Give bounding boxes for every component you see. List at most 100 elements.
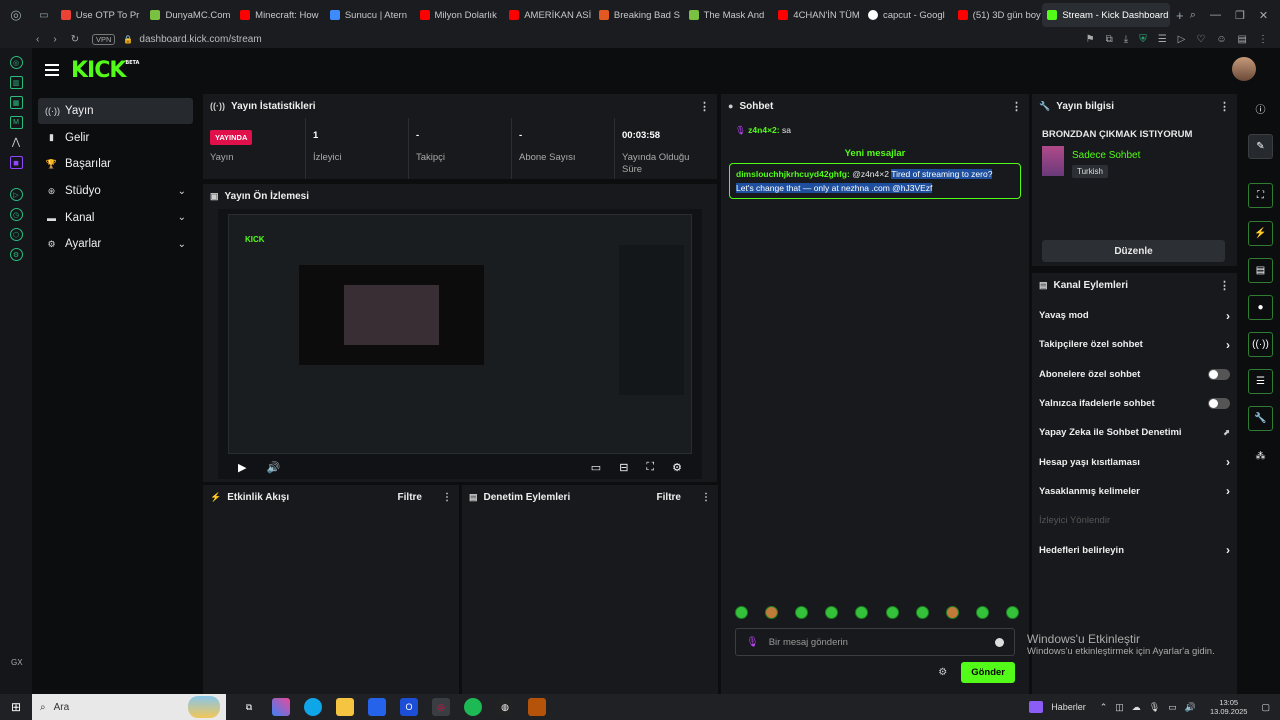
browser-tab[interactable]: (51) 3D gün boy <box>953 3 1043 27</box>
nav-item-ayarlar[interactable]: ⚙ Ayarlar ⌄ <box>38 231 193 257</box>
history-icon[interactable]: ◷ <box>9 208 23 221</box>
emoji-picker-icon[interactable] <box>995 637 1004 647</box>
emote-icon[interactable] <box>765 606 779 619</box>
emote-icon[interactable] <box>885 606 899 619</box>
play-icon[interactable]: ▶ <box>238 461 246 474</box>
action-followers-only[interactable]: Takipçilere özel sohbet › <box>1032 330 1237 359</box>
browser-tab[interactable]: capcut - Googl <box>863 3 953 27</box>
action-banned-words[interactable]: Yasaklanmış kelimeler › <box>1032 477 1237 506</box>
tab-overview-icon[interactable]: ▭ <box>32 0 56 30</box>
file-explorer-icon[interactable] <box>336 698 354 716</box>
store-icon[interactable] <box>368 698 386 716</box>
mail-icon[interactable]: M <box>9 116 23 129</box>
heart-icon[interactable]: ♡ <box>1196 34 1205 45</box>
news-label[interactable]: Haberler <box>1051 702 1086 712</box>
player-icon[interactable]: ▷ <box>9 188 23 201</box>
more-options-icon[interactable]: ⋮ <box>442 492 452 503</box>
subscribers-only-toggle[interactable] <box>1208 368 1230 380</box>
snapshot-icon[interactable]: ⧉ <box>1106 34 1113 45</box>
kick-logo[interactable]: KICK BETA <box>71 58 139 83</box>
more-options-icon[interactable]: ⋮ <box>701 492 711 503</box>
new-tab-button[interactable]: + <box>1170 0 1190 30</box>
volume-icon[interactable]: 🔊 <box>1185 702 1196 713</box>
chat-username[interactable]: z4n4×2: <box>748 125 779 135</box>
emote-icon[interactable] <box>975 606 989 619</box>
spotify-icon[interactable] <box>464 698 482 716</box>
document-icon[interactable]: ▤ <box>1248 258 1273 283</box>
outlook-icon[interactable]: O <box>400 698 418 716</box>
emote-icon[interactable] <box>735 606 748 619</box>
settings-icon[interactable]: ⚙ <box>672 461 682 474</box>
action-ai-moderation[interactable]: Yapay Zeka ile Sohbet Denetimi ⬈ <box>1032 418 1237 447</box>
mic-icon[interactable]: 🎙 <box>1149 702 1160 713</box>
emote-icon[interactable] <box>945 606 959 619</box>
settings-icon[interactable]: ⚙ <box>9 248 23 261</box>
emote-icon[interactable] <box>855 606 869 619</box>
forward-icon[interactable]: › <box>53 34 56 45</box>
filter-button[interactable]: Filtre <box>398 492 422 503</box>
menu-icon[interactable]: ⋮ <box>1258 34 1268 45</box>
chat-username[interactable]: dimslouchhjkrhcuyd42ghfg: <box>736 169 850 179</box>
url-field[interactable]: dashboard.kick.com/stream <box>139 34 261 45</box>
play-icon[interactable]: ▷ <box>1178 34 1186 45</box>
category-name[interactable]: Sadece Sohbet <box>1072 150 1140 161</box>
kick-sidebar-icon[interactable]: ⋀ <box>10 136 23 149</box>
opera-gx-logo-icon[interactable]: ◎ <box>0 0 32 30</box>
layout-icon[interactable]: ☰ <box>1248 369 1273 394</box>
new-messages-divider[interactable]: Yeni mesajlar <box>721 148 1029 159</box>
profile-icon[interactable]: ☺ <box>1216 34 1226 45</box>
browser-tab[interactable]: Milyon Dolarlık <box>415 3 505 27</box>
shield-icon[interactable]: ⛨ <box>1139 34 1147 45</box>
gx-label[interactable]: GX <box>11 658 23 667</box>
tray-icon[interactable]: ◫ <box>1115 702 1124 713</box>
search-tabs-icon[interactable]: ⌕ <box>1190 9 1196 22</box>
gx-cleaner-icon[interactable]: ▦ <box>9 96 23 109</box>
apps-icon[interactable]: ⁂ <box>1248 444 1273 469</box>
browser-tab[interactable]: 4CHAN'İN TÜM <box>773 3 863 27</box>
tray-icon[interactable]: ☁ <box>1132 702 1141 713</box>
browser-tab[interactable]: Breaking Bad S <box>594 3 684 27</box>
more-options-icon[interactable]: ⋮ <box>699 100 710 113</box>
app-icon[interactable] <box>528 698 546 716</box>
send-button[interactable]: Gönder <box>961 662 1015 683</box>
save-icon[interactable]: ▤ <box>1238 34 1247 45</box>
task-view-icon[interactable]: ⧉ <box>240 698 258 716</box>
bookmark-icon[interactable]: ⚑ <box>1086 34 1095 45</box>
close-window-icon[interactable]: ✕ <box>1259 9 1268 22</box>
chevron-up-icon[interactable]: ⌃ <box>1100 702 1108 713</box>
theater-mode-icon[interactable]: ▭ <box>591 461 601 474</box>
broadcast-icon[interactable]: ((·)) <box>1248 332 1273 357</box>
filter-button[interactable]: Filtre <box>657 492 681 503</box>
chat-bubble-icon[interactable]: ● <box>1248 295 1273 320</box>
volume-icon[interactable]: 🔊 <box>266 461 280 474</box>
extensions-icon[interactable]: ⬡ <box>9 228 23 241</box>
more-options-icon[interactable]: ⋮ <box>1219 100 1230 113</box>
more-options-icon[interactable]: ⋮ <box>1219 279 1230 292</box>
emote-icon[interactable] <box>915 606 929 619</box>
pencil-icon[interactable]: ✎ <box>1248 134 1273 159</box>
gx-control-icon[interactable]: ◎ <box>9 56 23 69</box>
notification-icon[interactable]: ▢ <box>1261 702 1270 713</box>
reload-icon[interactable]: ↻ <box>71 34 79 45</box>
wrench-icon[interactable]: 🔧 <box>1248 406 1273 431</box>
chat-input[interactable]: 🎙 Bir mesaj gönderin <box>735 628 1015 656</box>
nav-item-studyo[interactable]: ⊛ Stüdyo ⌄ <box>38 178 193 204</box>
windows-start-icon[interactable]: ⊞ <box>0 700 32 714</box>
back-icon[interactable]: ‹ <box>36 34 39 45</box>
system-clock[interactable]: 13:05 13.09.2025 <box>1210 698 1248 716</box>
taskbar-search-input[interactable]: ⌕ Ara <box>32 694 226 720</box>
clip-icon[interactable]: ⊟ <box>619 461 628 474</box>
fullscreen-icon[interactable]: ⛶ <box>1248 183 1273 208</box>
obs-icon[interactable]: ◍ <box>496 698 514 716</box>
lightning-icon[interactable]: ⚡ <box>1248 221 1273 246</box>
info-icon[interactable]: ⓘ <box>1248 96 1273 121</box>
twitch-icon[interactable]: ◼ <box>9 156 23 169</box>
nav-item-yayin[interactable]: ((·)) Yayın <box>38 98 193 124</box>
emote-icon[interactable] <box>1005 606 1019 619</box>
browser-tab[interactable]: Minecraft: How <box>235 3 325 27</box>
copilot-icon[interactable] <box>272 698 290 716</box>
action-slow-mode[interactable]: Yavaş mod › <box>1032 301 1237 330</box>
gx-corner-icon[interactable]: ▥ <box>9 76 23 89</box>
action-account-age[interactable]: Hesap yaşı kısıtlaması › <box>1032 447 1237 476</box>
minimize-icon[interactable]: — <box>1210 9 1221 22</box>
